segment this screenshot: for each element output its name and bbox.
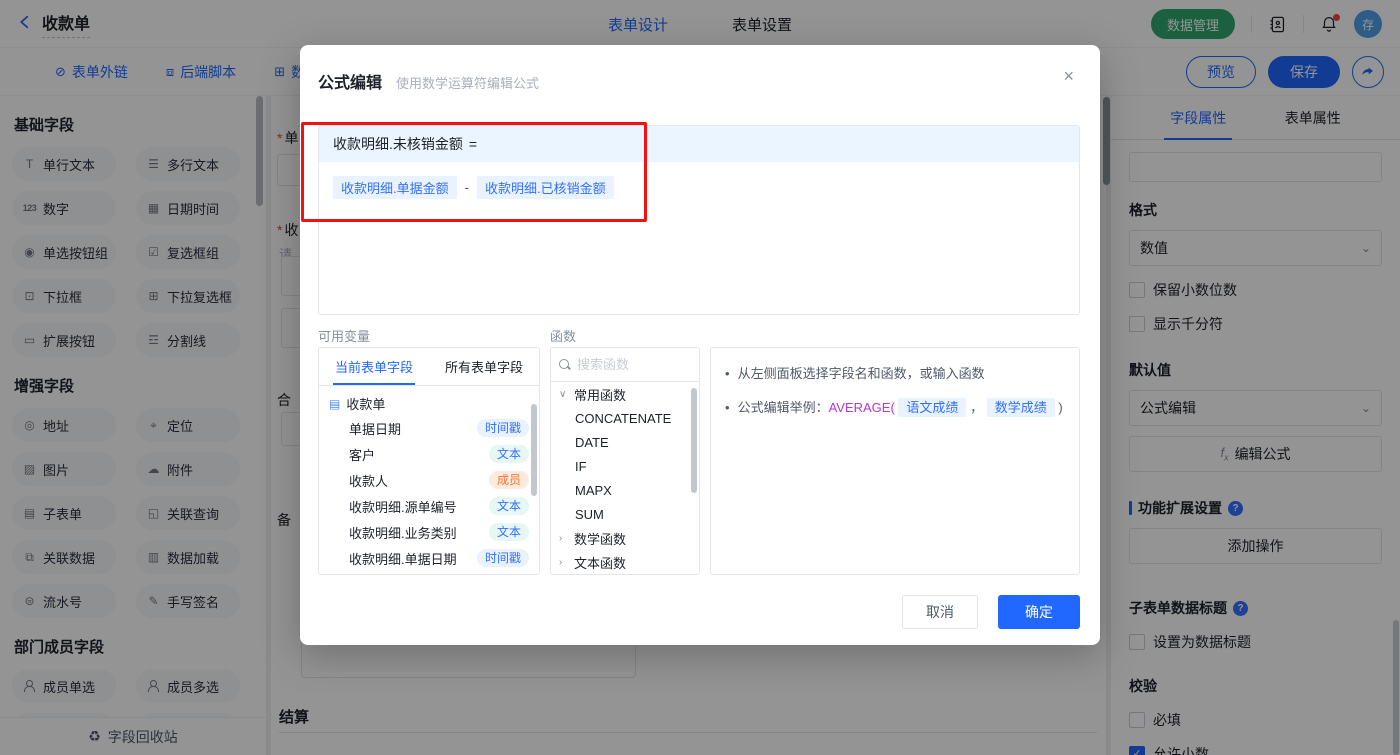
- tab-all-form-fields[interactable]: 所有表单字段: [429, 348, 539, 385]
- document-icon: ▤: [329, 396, 341, 411]
- formula-target-line: 收款明细.未核销金额 =: [319, 126, 1079, 162]
- formula-field-chip[interactable]: 收款明细.已核销金额: [476, 176, 614, 199]
- variables-panel: 当前表单字段 所有表单字段 ▤ 收款单 单据日期 时间戳 客户 文本 收款人 成员 收款明细.…: [318, 347, 540, 575]
- function-group-collapsed[interactable]: › 文本函数: [551, 550, 699, 574]
- variable-row[interactable]: 收款明细.源单编号 文本: [319, 493, 539, 519]
- example-field-chip: 语文成绩: [898, 398, 967, 417]
- function-search-input[interactable]: [577, 357, 677, 372]
- function-group-label: 常用函数: [574, 387, 627, 403]
- example-field-chip: 数学成绩: [986, 398, 1055, 417]
- variable-name: 单据日期: [349, 421, 402, 437]
- function-item-DATE[interactable]: DATE: [551, 430, 699, 454]
- formula-field-chip[interactable]: 收款明细.单据金额: [333, 176, 457, 199]
- function-group-label: 数学函数: [574, 531, 627, 547]
- variable-name: 客户: [349, 447, 376, 463]
- variable-type-badge: 成员: [488, 471, 529, 489]
- caret-right-icon: ›: [559, 532, 563, 544]
- function-item-IF[interactable]: IF: [551, 454, 699, 478]
- function-item-CONCATENATE[interactable]: CONCATENATE: [551, 406, 699, 430]
- variable-tree-root[interactable]: ▤ 收款单: [319, 386, 539, 415]
- help-tip: 从左侧面板选择字段名和函数，或输入函数: [737, 366, 985, 381]
- function-group-label: 文本函数: [574, 555, 627, 571]
- functions-label: 函数: [550, 329, 577, 344]
- cancel-button[interactable]: 取消: [902, 595, 978, 629]
- variable-row[interactable]: 单据日期 时间戳: [319, 415, 539, 441]
- variables-scrollbar[interactable]: [531, 404, 537, 496]
- variable-type-badge: 时间戳: [476, 549, 529, 567]
- variable-row[interactable]: 成员: [319, 571, 539, 574]
- bullet: •: [725, 366, 730, 381]
- function-group-expanded[interactable]: ∨ 常用函数: [551, 382, 699, 406]
- formula-help-panel: • 从左侧面板选择字段名和函数，或输入函数 • 公式编辑举例：AVERAGE( …: [710, 347, 1080, 575]
- caret-down-icon: ∨: [559, 388, 567, 400]
- variable-type-badge: 文本: [488, 523, 529, 541]
- formula-editor-area[interactable]: 收款明细.未核销金额 = 收款明细.单据金额 - 收款明细.已核销金额: [318, 125, 1080, 315]
- variable-name: 收款人: [349, 473, 389, 489]
- formula-expression[interactable]: 收款明细.单据金额 - 收款明细.已核销金额: [319, 162, 1079, 213]
- variable-type-badge: 文本: [488, 445, 529, 463]
- variable-name: 收款明细.单据日期: [349, 551, 457, 567]
- confirm-button[interactable]: 确定: [998, 595, 1080, 629]
- bullet: •: [725, 400, 730, 415]
- functions-scrollbar[interactable]: [691, 388, 697, 493]
- variable-type-badge: 文本: [488, 497, 529, 515]
- variable-name: 收款明细.业务类别: [349, 525, 457, 541]
- modal-subtitle: 使用数学运算符编辑公式: [396, 76, 540, 91]
- variable-row[interactable]: 收款明细.业务类别 文本: [319, 519, 539, 545]
- function-group-collapsed[interactable]: › 数学函数: [551, 526, 699, 550]
- form-designer-app: 收款单 表单设计表单设置 数据管理 存 ⊘表单外链⧈后端脚本⊞数据权限 预览 保…: [0, 0, 1400, 755]
- help-example: 公式编辑举例：AVERAGE( 语文成绩 ， 数学成绩 ): [737, 398, 1063, 417]
- search-icon: [559, 358, 571, 371]
- modal-title: 公式编辑: [318, 75, 383, 92]
- variable-row[interactable]: 客户 文本: [319, 441, 539, 467]
- function-item-SUM[interactable]: SUM: [551, 502, 699, 526]
- variables-label: 可用变量: [318, 329, 371, 344]
- caret-right-icon: ›: [559, 556, 563, 568]
- formula-editor-modal: 公式编辑 使用数学运算符编辑公式 × 收款明细.未核销金额 = 收款明细.单据金…: [300, 45, 1100, 645]
- functions-panel: ∨ 常用函数 CONCATENATEDATEIFMAPXSUM › 数学函数 › 文本函数: [550, 347, 700, 575]
- formula-operator: -: [464, 180, 469, 195]
- variable-row[interactable]: 收款明细.单据日期 时间戳: [319, 545, 539, 571]
- function-item-MAPX[interactable]: MAPX: [551, 478, 699, 502]
- variable-name: 收款明细.源单编号: [349, 499, 457, 515]
- tab-current-form-fields[interactable]: 当前表单字段: [319, 348, 429, 385]
- close-icon[interactable]: ×: [1063, 67, 1074, 85]
- variable-type-badge: 时间戳: [476, 419, 529, 437]
- variable-row[interactable]: 收款人 成员: [319, 467, 539, 493]
